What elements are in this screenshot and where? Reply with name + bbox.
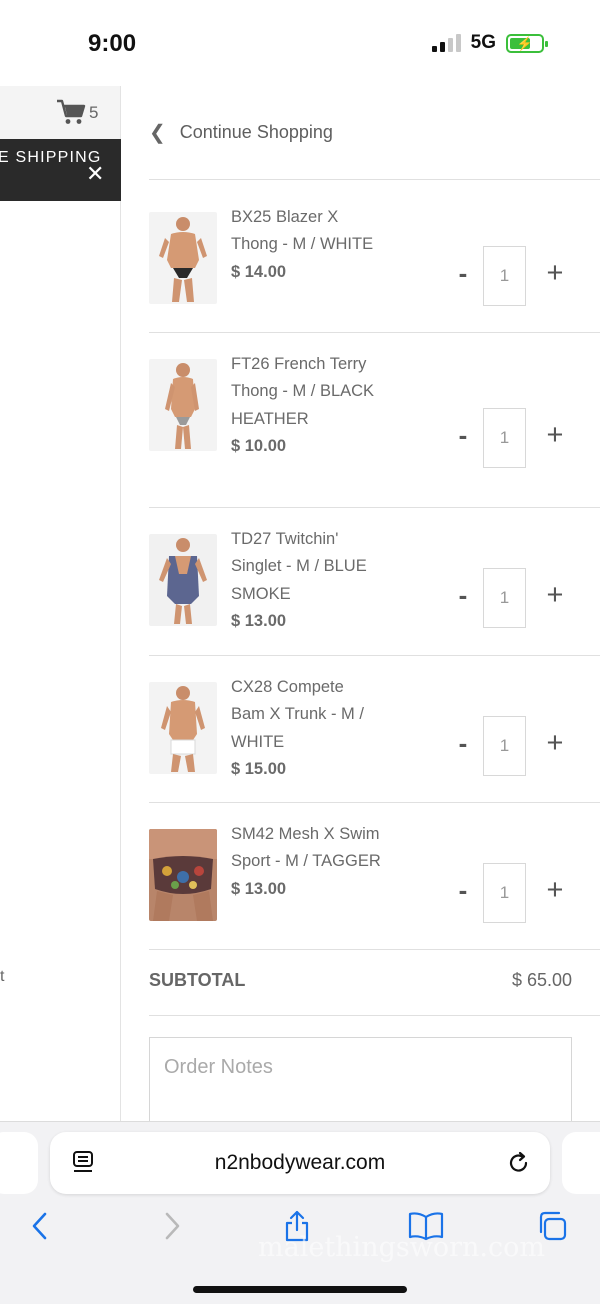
quantity-field[interactable]: 1 <box>483 716 526 776</box>
decrease-button[interactable]: - <box>455 260 471 286</box>
decrease-button[interactable]: - <box>455 422 471 448</box>
battery-charging-icon: ⚡ <box>506 33 548 53</box>
product-thumbnail[interactable] <box>149 829 217 921</box>
quantity-stepper: - 1 + <box>455 246 575 306</box>
item-price: $ 10.00 <box>231 436 287 455</box>
reload-icon[interactable] <box>508 1150 530 1176</box>
subtotal-row: SUBTOTAL $ 65.00 <box>149 970 572 991</box>
quantity-field[interactable]: 1 <box>483 246 526 306</box>
item-price: $ 13.00 <box>231 611 287 630</box>
continue-shopping-label: Continue Shopping <box>179 122 333 142</box>
increase-button[interactable]: + <box>541 876 569 905</box>
previous-tab-preview[interactable] <box>0 1132 38 1194</box>
chevron-left-icon: ❮ <box>149 122 166 144</box>
signal-icon <box>431 34 461 52</box>
decrease-button[interactable]: - <box>455 730 471 756</box>
browser-bottom-bar: n2nbodywear.com malethingsworn.com <box>0 1121 600 1304</box>
divider <box>149 179 600 180</box>
divider <box>149 949 600 950</box>
item-info: TD27 Twitchin' Singlet - M / BLUE SMOKE … <box>231 526 381 635</box>
continue-shopping-link[interactable]: ❮ Continue Shopping <box>149 120 333 145</box>
cart-drawer: ❮ Continue Shopping BX25 Blazer X Thong … <box>121 86 600 1137</box>
quantity-stepper: - 1 + <box>455 863 575 923</box>
background-text-fragment: t <box>0 968 5 985</box>
url-text: n2nbodywear.com <box>214 1151 386 1174</box>
item-name[interactable]: SM42 Mesh X Swim Sport - M / TAGGER <box>231 821 381 876</box>
divider <box>149 507 600 508</box>
cart-count: 5 <box>89 103 99 122</box>
item-name[interactable]: BX25 Blazer X Thong - M / WHITE <box>231 204 381 259</box>
background-page: 5 E SHIPPING ✕ t <box>0 86 121 1121</box>
status-time: 9:00 <box>88 30 137 57</box>
divider <box>149 1015 600 1016</box>
close-icon[interactable]: ✕ <box>86 163 104 185</box>
item-name[interactable]: TD27 Twitchin' Singlet - M / BLUE SMOKE <box>231 526 381 608</box>
product-thumbnail[interactable] <box>149 534 217 626</box>
decrease-button[interactable]: - <box>455 582 471 608</box>
increase-button[interactable]: + <box>541 581 569 610</box>
quantity-stepper: - 1 + <box>455 716 575 776</box>
home-indicator[interactable] <box>193 1286 407 1293</box>
quantity-stepper: - 1 + <box>455 568 575 628</box>
subtotal-value: $ 65.00 <box>511 970 572 990</box>
product-thumbnail[interactable] <box>149 359 217 451</box>
item-price: $ 14.00 <box>231 262 287 281</box>
background-header: 5 <box>0 86 120 139</box>
increase-button[interactable]: + <box>541 729 569 758</box>
forward-icon[interactable] <box>156 1210 186 1242</box>
status-bar: 9:00 5G ⚡ <box>0 0 600 86</box>
product-thumbnail[interactable] <box>149 682 217 774</box>
cart-icon[interactable] <box>56 98 86 126</box>
item-price: $ 15.00 <box>231 759 287 778</box>
divider <box>149 332 600 333</box>
product-thumbnail[interactable] <box>149 212 217 304</box>
increase-button[interactable]: + <box>541 259 569 288</box>
divider <box>149 655 600 656</box>
address-bar[interactable]: n2nbodywear.com <box>50 1132 550 1194</box>
quantity-field[interactable]: 1 <box>483 863 526 923</box>
item-info: SM42 Mesh X Swim Sport - M / TAGGER $ 13… <box>231 821 381 903</box>
order-notes-placeholder: Order Notes <box>164 1056 273 1078</box>
back-icon[interactable] <box>26 1210 56 1242</box>
quantity-stepper: - 1 + <box>455 408 575 468</box>
item-info: BX25 Blazer X Thong - M / WHITE $ 14.00 <box>231 204 381 286</box>
quantity-field[interactable]: 1 <box>483 568 526 628</box>
decrease-button[interactable]: - <box>455 877 471 903</box>
item-info: CX28 Compete Bam X Trunk - M / WHITE $ 1… <box>231 674 381 783</box>
increase-button[interactable]: + <box>541 421 569 450</box>
item-price: $ 13.00 <box>231 879 287 898</box>
network-label: 5G <box>470 32 496 53</box>
shipping-banner: E SHIPPING ✕ <box>0 139 121 201</box>
item-info: FT26 French Terry Thong - M / BLACK HEAT… <box>231 351 381 460</box>
item-name[interactable]: CX28 Compete Bam X Trunk - M / WHITE <box>231 674 381 756</box>
watermark: malethingsworn.com <box>258 1232 545 1263</box>
item-name[interactable]: FT26 French Terry Thong - M / BLACK HEAT… <box>231 351 381 433</box>
divider <box>149 802 600 803</box>
status-icons: 5G ⚡ <box>431 32 548 54</box>
quantity-field[interactable]: 1 <box>483 408 526 468</box>
subtotal-label: SUBTOTAL <box>149 970 246 990</box>
next-tab-preview[interactable] <box>562 1132 600 1194</box>
